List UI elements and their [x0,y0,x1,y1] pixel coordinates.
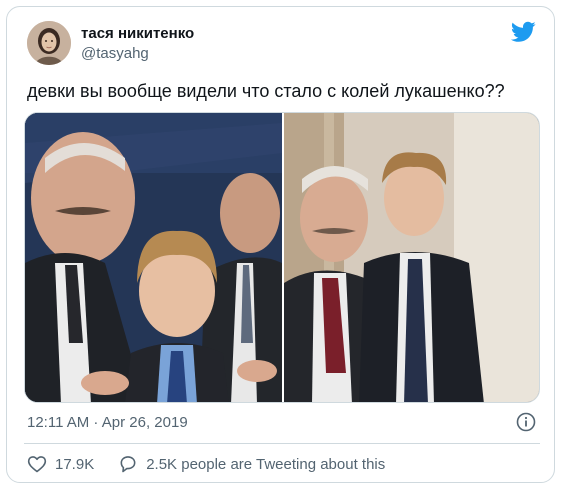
info-icon[interactable] [516,412,536,432]
tweet-card[interactable]: тася никитенко @tasyahg девки вы вообще … [6,6,555,483]
tweet-timestamp[interactable]: 12:11 AM · Apr 26, 2019 [27,413,188,433]
twitter-bird-icon[interactable] [511,21,536,43]
heart-icon [27,456,47,473]
author-handle[interactable]: @tasyahg [81,45,149,63]
photo-left[interactable] [25,113,282,402]
conversation-link[interactable]: 2.5K people are Tweeting about this [118,454,385,474]
avatar[interactable] [27,21,71,65]
speech-bubble-icon [120,456,136,473]
tweet-text: девки вы вообще видели что стало с колей… [27,81,505,101]
tweet-media[interactable] [24,112,540,403]
like-count: 17.9K [55,455,95,473]
tweet-actions: 17.9K 2.5K people are Tweeting about thi… [27,453,385,475]
author-display-name[interactable]: тася никитенко [81,25,194,43]
photo-right[interactable] [284,113,539,402]
like-button[interactable]: 17.9K [27,454,94,474]
avatar-image [27,21,71,65]
conversation-text: 2.5K people are Tweeting about this [146,455,386,473]
divider [24,443,540,444]
